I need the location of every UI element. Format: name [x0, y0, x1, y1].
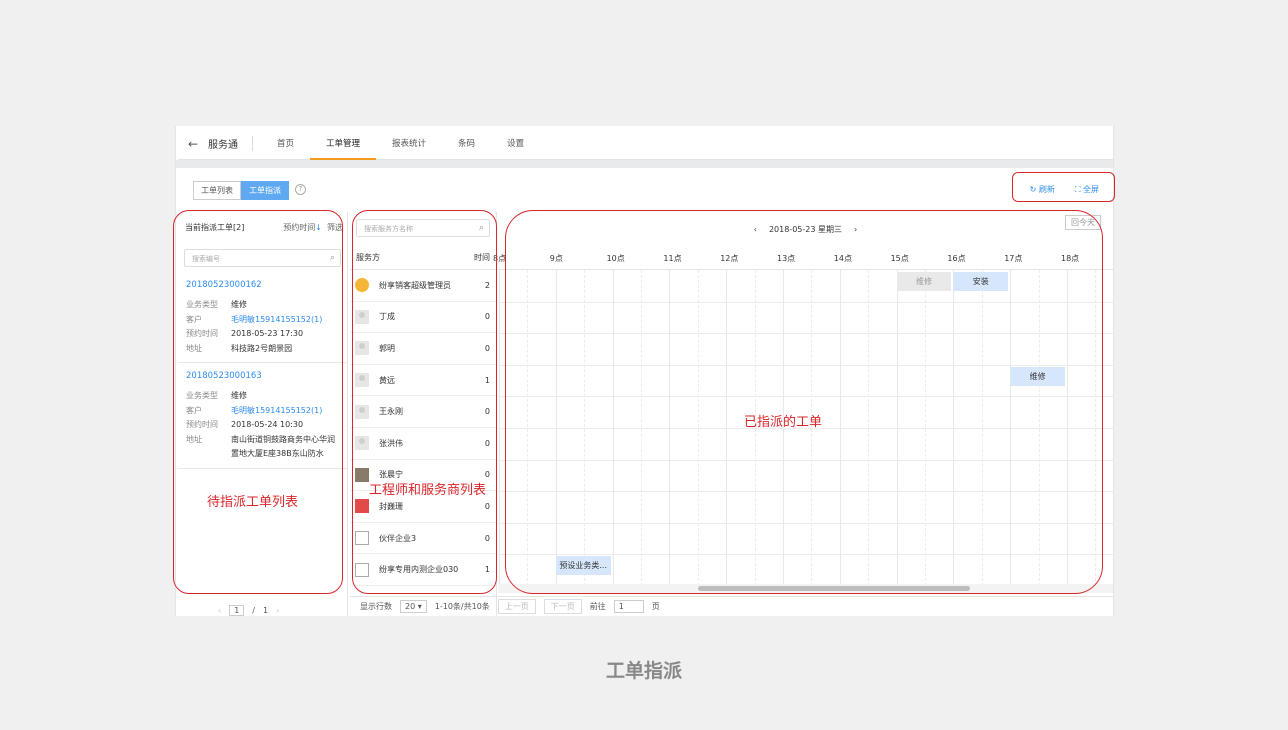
annotation-label-assigned: 已指派的工单 [744, 415, 823, 430]
chevron-left-icon[interactable]: ‹ [218, 606, 221, 615]
goto-label: 前往 [589, 602, 606, 611]
rows-label: 显示行数 [360, 602, 392, 611]
divider [176, 160, 1113, 168]
tab-order-dispatch[interactable]: 工单指派 [241, 181, 289, 200]
view-switch: 工单列表 工单指派 [193, 181, 289, 200]
nav-home[interactable]: 首页 [261, 128, 310, 160]
goto-page-input[interactable]: 1 [613, 600, 644, 613]
tab-order-list[interactable]: 工单列表 [193, 181, 241, 200]
rows-select[interactable]: 20 ▾ [400, 600, 427, 613]
page-total: 1 [263, 606, 269, 615]
provider-pager: 显示行数 20 ▾ 1-10条/共10条 上一页 下一页 前往 1 页 [350, 596, 1113, 616]
page-caption: 工单指派 [605, 660, 682, 682]
page-input[interactable]: 1 [229, 605, 245, 616]
help-icon[interactable]: ? [295, 184, 306, 195]
annotation-label-providers: 工程师和服务商列表 [369, 483, 487, 498]
page-unit: 页 [651, 602, 660, 611]
pending-pager: ‹ 1 / 1 › [218, 605, 279, 616]
annotation-box-schedule [505, 210, 1103, 594]
annotation-box-pending [173, 210, 343, 594]
nav-work-orders[interactable]: 工单管理 [310, 128, 377, 160]
next-page-button[interactable]: 下一页 [543, 599, 582, 614]
annotation-label-pending: 待指派工单列表 [207, 495, 299, 510]
page-separator: / [252, 606, 255, 615]
nav-reports[interactable]: 报表统计 [376, 128, 442, 160]
annotation-box-providers [352, 210, 497, 594]
prev-page-button[interactable]: 上一页 [497, 599, 536, 614]
chevron-right-icon[interactable]: › [276, 606, 279, 615]
rows-value: 20 [405, 602, 416, 611]
app-title: 服务通 [208, 136, 253, 151]
main-nav: 首页 工单管理 报表统计 条码 设置 [261, 128, 540, 160]
range-text: 1-10条/共10条 [434, 602, 490, 611]
annotation-box-tools [1012, 172, 1115, 202]
top-navigation-bar: ← 服务通 首页 工单管理 报表统计 条码 设置 [178, 128, 1113, 160]
nav-settings[interactable]: 设置 [491, 128, 540, 160]
nav-barcode[interactable]: 条码 [442, 128, 491, 160]
arrow-left-icon[interactable]: ← [178, 137, 208, 151]
